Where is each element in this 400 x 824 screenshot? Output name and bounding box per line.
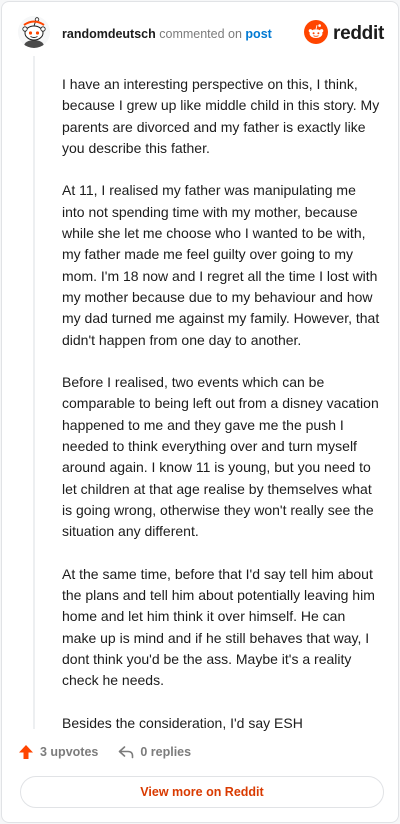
comment-header: randomdeutsch commented on post reddit <box>18 16 384 52</box>
snoo-avatar-icon[interactable] <box>18 16 50 48</box>
comment-paragraph: I have an interesting perspective on thi… <box>62 76 380 156</box>
reply-arrow-icon <box>119 746 134 759</box>
comment-paragraph: Before I realised, two events which can … <box>62 374 379 540</box>
comment-paragraph: At 11, I realised my father was manipula… <box>62 182 380 348</box>
reddit-brand[interactable]: reddit <box>304 19 384 49</box>
byline: randomdeutsch commented on post <box>62 27 272 41</box>
thread-line <box>33 56 35 729</box>
commented-on-text: commented on <box>159 27 242 41</box>
comment-body: I have an interesting perspective on thi… <box>62 74 380 756</box>
upvote-button[interactable]: 3 upvotes <box>18 744 98 760</box>
view-more-button[interactable]: View more on Reddit <box>20 776 384 808</box>
upvote-count: 3 upvotes <box>40 745 99 759</box>
reply-button[interactable]: 0 replies <box>118 744 191 760</box>
comment-embed-card: randomdeutsch commented on post reddit I… <box>1 1 399 823</box>
reddit-logo-icon <box>304 19 329 49</box>
comment-paragraph: Besides the consideration, I'd say ESH <box>62 714 303 731</box>
upvote-arrow-icon <box>19 745 33 759</box>
comment-actions: 3 upvotes 0 replies <box>18 741 191 763</box>
post-link[interactable]: post <box>245 27 271 41</box>
reply-count: 0 replies <box>140 745 192 759</box>
reddit-wordmark: reddit <box>333 23 384 44</box>
username-link[interactable]: randomdeutsch <box>62 27 156 41</box>
comment-paragraph: At the same time, before that I'd say te… <box>62 565 375 689</box>
